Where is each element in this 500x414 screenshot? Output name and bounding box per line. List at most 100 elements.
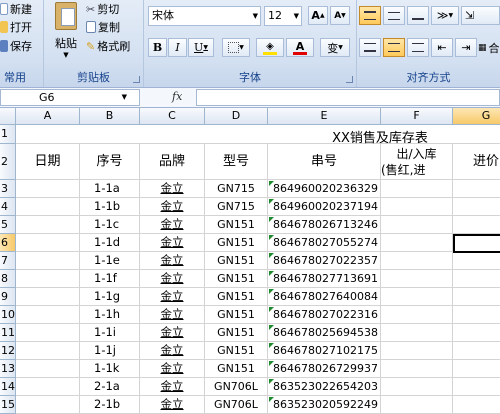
row-header-3[interactable]: 3: [0, 180, 16, 198]
model-cell[interactable]: GN151: [205, 234, 268, 252]
seq-cell[interactable]: 1-1f: [80, 270, 140, 288]
in-out-cell[interactable]: [381, 378, 453, 396]
model-cell[interactable]: GN151: [205, 342, 268, 360]
in-out-cell[interactable]: [381, 360, 453, 378]
price-cell[interactable]: [453, 270, 500, 288]
seq-cell[interactable]: 2-1a: [80, 378, 140, 396]
seq-cell[interactable]: 1-1h: [80, 306, 140, 324]
price-cell[interactable]: [453, 252, 500, 270]
in-out-cell[interactable]: [381, 234, 453, 252]
column-header-a[interactable]: A: [16, 108, 80, 125]
font-name-select[interactable]: 宋体 ▼: [148, 6, 261, 26]
seq-cell[interactable]: 1-1e: [80, 252, 140, 270]
model-cell[interactable]: GN706L: [205, 396, 268, 414]
brand-cell[interactable]: 金立: [140, 324, 205, 342]
date-cell[interactable]: [16, 270, 80, 288]
row-header-14[interactable]: 14: [0, 378, 16, 396]
in-out-cell[interactable]: [381, 270, 453, 288]
header-model[interactable]: 型号: [205, 144, 268, 180]
row-header-9[interactable]: 9: [0, 288, 16, 306]
seq-cell[interactable]: 1-1a: [80, 180, 140, 198]
seq-cell[interactable]: 1-1c: [80, 216, 140, 234]
price-cell[interactable]: [453, 180, 500, 198]
font-size-select[interactable]: 12 ▼: [264, 6, 302, 26]
serial-cell[interactable]: 864678027640084: [268, 288, 381, 306]
model-cell[interactable]: GN151: [205, 252, 268, 270]
brand-cell[interactable]: 金立: [140, 288, 205, 306]
paste-dropdown-arrow[interactable]: ▼: [49, 51, 83, 59]
select-all-corner[interactable]: [0, 108, 16, 125]
serial-cell[interactable]: 864678027713691: [268, 270, 381, 288]
serial-cell[interactable]: 864960020237194: [268, 198, 381, 216]
serial-cell[interactable]: 864678027055274: [268, 234, 381, 252]
price-cell[interactable]: [453, 216, 500, 234]
row-header-2[interactable]: 2: [0, 144, 16, 180]
paste-button[interactable]: 粘贴 ▼: [49, 0, 83, 62]
brand-cell[interactable]: 金立: [140, 234, 205, 252]
row-header-13[interactable]: 13: [0, 360, 16, 378]
seq-cell[interactable]: 1-1i: [80, 324, 140, 342]
model-cell[interactable]: GN706L: [205, 378, 268, 396]
underline-button[interactable]: U ▼: [188, 38, 214, 57]
brand-cell[interactable]: 金立: [140, 216, 205, 234]
seq-cell[interactable]: 1-1j: [80, 342, 140, 360]
in-out-cell[interactable]: [381, 306, 453, 324]
in-out-cell[interactable]: [381, 216, 453, 234]
new-button[interactable]: 新建: [0, 1, 32, 17]
model-cell[interactable]: GN151: [205, 360, 268, 378]
serial-cell[interactable]: 864678025694538: [268, 324, 381, 342]
seq-cell[interactable]: 1-1b: [80, 198, 140, 216]
in-out-cell[interactable]: [381, 324, 453, 342]
model-cell[interactable]: GN151: [205, 216, 268, 234]
serial-cell[interactable]: 864678027022357: [268, 252, 381, 270]
date-cell[interactable]: [16, 198, 80, 216]
chevron-down-icon[interactable]: ▼: [122, 90, 127, 105]
merge-center-button[interactable]: ▦合并: [478, 40, 500, 56]
column-header-e[interactable]: E: [268, 108, 381, 125]
column-header-c[interactable]: C: [140, 108, 205, 125]
price-cell[interactable]: [453, 324, 500, 342]
chevron-down-icon[interactable]: ▼: [253, 7, 258, 25]
brand-cell[interactable]: 金立: [140, 180, 205, 198]
row-header-10[interactable]: 10: [0, 306, 16, 324]
borders-button[interactable]: ▼: [222, 38, 250, 57]
row-header-11[interactable]: 11: [0, 324, 16, 342]
date-cell[interactable]: [16, 378, 80, 396]
model-cell[interactable]: GN151: [205, 270, 268, 288]
shrink-font-button[interactable]: A ▼: [330, 6, 350, 25]
date-cell[interactable]: [16, 360, 80, 378]
price-cell[interactable]: [453, 342, 500, 360]
header-serial[interactable]: 串号: [268, 144, 381, 180]
model-cell[interactable]: GN715: [205, 180, 268, 198]
row-header-12[interactable]: 12: [0, 342, 16, 360]
price-cell[interactable]: [453, 360, 500, 378]
serial-cell[interactable]: 864678026729937: [268, 360, 381, 378]
column-header-d[interactable]: D: [205, 108, 268, 125]
row-header-5[interactable]: 5: [0, 216, 16, 234]
bold-button[interactable]: B: [148, 38, 167, 57]
wrap-text-button[interactable]: ⇲: [461, 6, 500, 25]
chevron-down-icon[interactable]: ▼: [294, 7, 299, 25]
fx-button[interactable]: fx: [172, 90, 182, 103]
in-out-cell[interactable]: [381, 396, 453, 414]
model-cell[interactable]: GN151: [205, 324, 268, 342]
font-dialog-launcher-icon[interactable]: [346, 76, 353, 83]
row-header-7[interactable]: 7: [0, 252, 16, 270]
date-cell[interactable]: [16, 288, 80, 306]
align-right-button[interactable]: [407, 38, 429, 57]
row-header-6[interactable]: 6: [0, 234, 16, 252]
selected-cell-g6[interactable]: [453, 234, 500, 253]
row-header-4[interactable]: 4: [0, 198, 16, 216]
date-cell[interactable]: [16, 216, 80, 234]
row-header-1[interactable]: 1: [0, 125, 16, 144]
date-cell[interactable]: [16, 324, 80, 342]
decrease-indent-button[interactable]: ⇤: [431, 38, 453, 57]
header-seq[interactable]: 序号: [80, 144, 140, 180]
price-cell[interactable]: [453, 378, 500, 396]
price-cell[interactable]: [453, 306, 500, 324]
price-cell[interactable]: [453, 396, 500, 414]
phonetic-button[interactable]: 变 ▼: [320, 38, 350, 57]
header-price[interactable]: 进价: [453, 144, 500, 180]
model-cell[interactable]: GN151: [205, 288, 268, 306]
column-header-f[interactable]: F: [381, 108, 453, 125]
